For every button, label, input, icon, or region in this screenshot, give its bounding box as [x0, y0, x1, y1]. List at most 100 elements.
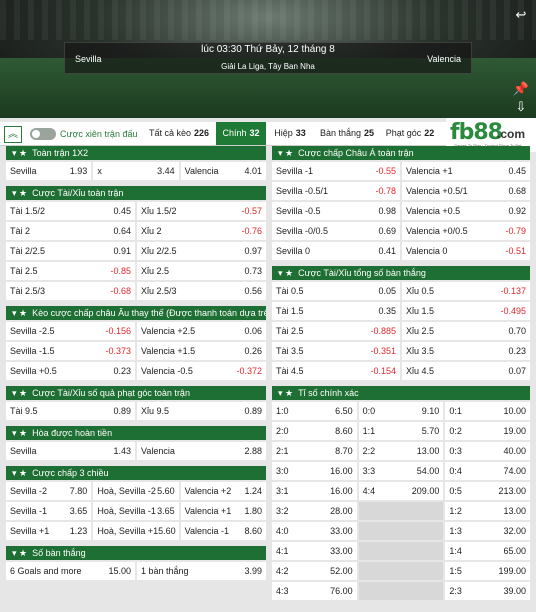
- odds-cell[interactable]: Xỉu 2.5 0.70: [402, 322, 530, 340]
- odds-cell[interactable]: Sevilla 1.93: [6, 162, 92, 180]
- odds-cell[interactable]: 0:0 9.10: [358, 402, 444, 420]
- odds-cell[interactable]: 4:0 33.00: [272, 522, 357, 540]
- odds-cell[interactable]: Sevilla +1 1.23: [6, 522, 92, 540]
- section-header[interactable]: ▾ ★ Kèo cược chấp châu Âu thay thế (Được …: [6, 306, 266, 320]
- parlay-toggle[interactable]: [30, 128, 56, 140]
- odds-cell[interactable]: Xỉu 3.5 0.23: [402, 342, 530, 360]
- odds-cell[interactable]: Hoà, Sevilla -1 3.65: [93, 502, 179, 520]
- section-header[interactable]: ▾ ★ Cược Tài/Xỉu số quả phạt góc toàn trậ…: [6, 386, 266, 400]
- favorite-star-icon[interactable]: ▾ ★: [12, 548, 27, 558]
- odds-cell[interactable]: 1:4 65.00: [445, 542, 530, 560]
- back-icon[interactable]: ↩: [512, 6, 530, 24]
- odds-cell[interactable]: Sevilla -2.5 -0.156: [6, 322, 135, 340]
- section-header[interactable]: ▾ ★ Toàn trận 1X2: [6, 146, 266, 160]
- odds-cell[interactable]: Sevilla +0.5 0.23: [6, 362, 135, 380]
- odds-cell[interactable]: 4:2 52.00: [272, 562, 357, 580]
- odds-cell[interactable]: Valencia 0 -0.51: [402, 242, 530, 260]
- odds-cell[interactable]: Valencia +2.5 0.06: [137, 322, 266, 340]
- odds-cell[interactable]: Valencia +2 1.24: [180, 482, 266, 500]
- favorite-star-icon[interactable]: ▾ ★: [278, 148, 293, 158]
- odds-cell[interactable]: 3:1 16.00: [272, 482, 357, 500]
- odds-cell[interactable]: Valencia 2.88: [137, 442, 266, 460]
- odds-cell[interactable]: Valencia -0.5 -0.372: [137, 362, 266, 380]
- odds-cell[interactable]: 6 Goals and more 15.00: [6, 562, 135, 580]
- tab-all[interactable]: Tất cả kèo 226: [146, 122, 212, 145]
- odds-cell[interactable]: Sevilla -1.5 -0.373: [6, 342, 135, 360]
- odds-cell[interactable]: 2:1 8.70: [272, 442, 357, 460]
- favorite-star-icon[interactable]: ▾ ★: [12, 468, 27, 478]
- section-header[interactable]: ▾ ★ Tỉ số chính xác: [272, 386, 530, 400]
- odds-cell[interactable]: Tài 0.5 0.05: [272, 282, 400, 300]
- odds-cell[interactable]: Xỉu 1.5 -0.495: [402, 302, 530, 320]
- odds-cell[interactable]: Tài 1.5/2 0.45: [6, 202, 135, 220]
- odds-cell[interactable]: Valencia +1 0.45: [402, 162, 530, 180]
- odds-cell[interactable]: 0:4 74.00: [445, 462, 530, 480]
- odds-cell[interactable]: Sevilla -1 3.65: [6, 502, 92, 520]
- odds-cell[interactable]: 4:1 33.00: [272, 542, 357, 560]
- odds-cell[interactable]: 3:0 16.00: [272, 462, 357, 480]
- download-icon[interactable]: ⇩: [512, 98, 530, 116]
- tab-half[interactable]: Hiệp 33: [270, 122, 310, 145]
- odds-cell[interactable]: 1:0 6.50: [272, 402, 357, 420]
- section-header[interactable]: ▾ ★ Cược Tài/Xỉu toàn trận: [6, 186, 266, 200]
- odds-cell[interactable]: Xỉu 1.5/2 -0.57: [137, 202, 266, 220]
- odds-cell[interactable]: 1:5 199.00: [445, 562, 530, 580]
- odds-cell[interactable]: Valencia +0.5/1 0.68: [402, 182, 530, 200]
- odds-cell[interactable]: Sevilla -0/0.5 0.69: [272, 222, 400, 240]
- odds-cell[interactable]: 0:1 10.00: [445, 402, 530, 420]
- odds-cell[interactable]: Sevilla 0 0.41: [272, 242, 400, 260]
- odds-cell[interactable]: Valencia +0/0.5 -0.79: [402, 222, 530, 240]
- odds-cell[interactable]: Tài 2.5 -0.885: [272, 322, 400, 340]
- favorite-star-icon[interactable]: ▾ ★: [12, 388, 27, 398]
- odds-cell[interactable]: Tài 2.5 -0.85: [6, 262, 135, 280]
- section-header[interactable]: ▾ ★ Cược chấp 3 chiều: [6, 466, 266, 480]
- odds-cell[interactable]: Sevilla -0.5/1 -0.78: [272, 182, 400, 200]
- collapse-all-button[interactable]: ︽: [4, 126, 22, 143]
- odds-cell[interactable]: Sevilla -2 7.80: [6, 482, 92, 500]
- section-header[interactable]: ▾ ★ Số bàn thắng: [6, 546, 266, 560]
- odds-cell[interactable]: Valencia -1 8.60: [180, 522, 266, 540]
- favorite-star-icon[interactable]: ▾ ★: [278, 268, 293, 278]
- favorite-star-icon[interactable]: ▾ ★: [12, 188, 27, 198]
- odds-cell[interactable]: Valencia +1.5 0.26: [137, 342, 266, 360]
- odds-cell[interactable]: Xỉu 2.5/3 0.56: [137, 282, 266, 300]
- odds-cell[interactable]: 2:2 13.00: [358, 442, 444, 460]
- pin-icon[interactable]: 📌: [512, 80, 530, 98]
- odds-cell[interactable]: Sevilla -1 -0.55: [272, 162, 400, 180]
- odds-cell[interactable]: 4:4 209.00: [358, 482, 444, 500]
- section-header[interactable]: ▾ ★ Cược Tài/Xỉu tổng số bàn thắng: [272, 266, 530, 280]
- odds-cell[interactable]: Xỉu 2.5 0.73: [137, 262, 266, 280]
- odds-cell[interactable]: 4:3 76.00: [272, 582, 357, 600]
- odds-cell[interactable]: Tài 4.5 -0.154: [272, 362, 400, 380]
- odds-cell[interactable]: Valencia +1 1.80: [180, 502, 266, 520]
- odds-cell[interactable]: Tài 3.5 -0.351: [272, 342, 400, 360]
- odds-cell[interactable]: 3:3 54.00: [358, 462, 444, 480]
- favorite-star-icon[interactable]: ▾ ★: [278, 388, 293, 398]
- odds-cell[interactable]: 1 bàn thắng 3.99: [137, 562, 266, 580]
- tab-goals[interactable]: Bàn thắng 25: [318, 122, 376, 145]
- odds-cell[interactable]: Tài 2/2.5 0.91: [6, 242, 135, 260]
- section-header[interactable]: ▾ ★ Cược chấp Châu Á toàn trận: [272, 146, 530, 160]
- odds-cell[interactable]: 2:3 39.00: [445, 582, 530, 600]
- odds-cell[interactable]: Valencia +0.5 0.92: [402, 202, 530, 220]
- tab-main[interactable]: Chính 32: [216, 122, 266, 145]
- odds-cell[interactable]: Sevilla -0.5 0.98: [272, 202, 400, 220]
- odds-cell[interactable]: Tài 9.5 0.89: [6, 402, 135, 420]
- odds-cell[interactable]: Xỉu 4.5 0.07: [402, 362, 530, 380]
- odds-cell[interactable]: 1:1 5.70: [358, 422, 444, 440]
- tab-corners[interactable]: Phạt góc 22: [384, 122, 436, 145]
- odds-cell[interactable]: 0:5 213.00: [445, 482, 530, 500]
- odds-cell[interactable]: Hoà, Sevilla -2 5.60: [93, 482, 179, 500]
- odds-cell[interactable]: 0:3 40.00: [445, 442, 530, 460]
- odds-cell[interactable]: Xỉu 9.5 0.89: [137, 402, 266, 420]
- odds-cell[interactable]: Valencia 4.01: [180, 162, 266, 180]
- odds-cell[interactable]: 2:0 8.60: [272, 422, 357, 440]
- odds-cell[interactable]: 1:3 32.00: [445, 522, 530, 540]
- odds-cell[interactable]: Tài 2.5/3 -0.68: [6, 282, 135, 300]
- odds-cell[interactable]: Xỉu 0.5 -0.137: [402, 282, 530, 300]
- odds-cell[interactable]: Tài 1.5 0.35: [272, 302, 400, 320]
- favorite-star-icon[interactable]: ▾ ★: [12, 308, 27, 318]
- odds-cell[interactable]: Tài 2 0.64: [6, 222, 135, 240]
- odds-cell[interactable]: Xỉu 2 -0.76: [137, 222, 266, 240]
- section-header[interactable]: ▾ ★ Hòa được hoàn tiền: [6, 426, 266, 440]
